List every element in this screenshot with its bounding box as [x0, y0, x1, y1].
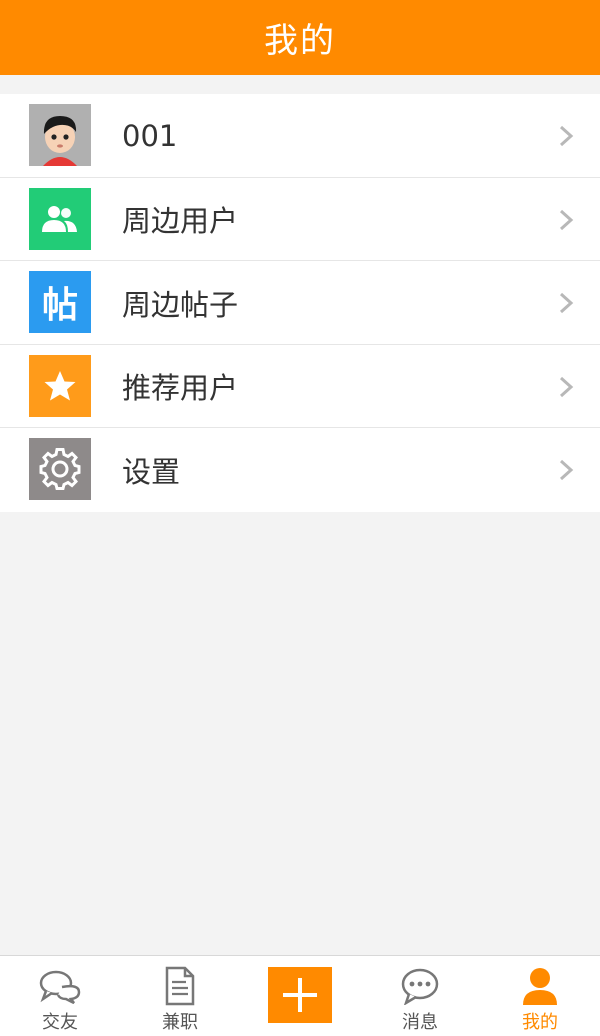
- tab-label: 消息: [402, 1012, 438, 1033]
- chevron-right-icon: [559, 459, 574, 481]
- people-icon: [29, 187, 91, 250]
- avatar: [29, 104, 91, 166]
- chevron-right-icon: [559, 209, 574, 230]
- tab-label: 我的: [522, 1012, 558, 1033]
- star-icon: [29, 354, 91, 417]
- menu-item-profile[interactable]: 001: [0, 94, 600, 178]
- menu-item-nearby-posts[interactable]: 帖 周边帖子: [0, 261, 600, 345]
- post-icon: 帖: [29, 271, 91, 333]
- menu-item-label: 推荐用户: [122, 371, 239, 405]
- page-title: 我的: [264, 21, 336, 61]
- person-icon: [518, 966, 562, 1006]
- gear-icon: [29, 438, 91, 500]
- bottom-tab-bar: 交友 兼职 消息 我的: [0, 955, 600, 1036]
- tab-part-time[interactable]: 兼职: [120, 956, 240, 1036]
- document-icon: [158, 966, 202, 1006]
- menu-item-label: 周边帖子: [122, 287, 239, 322]
- add-button[interactable]: [268, 967, 332, 1023]
- post-icon-glyph: 帖: [41, 285, 78, 326]
- tab-me[interactable]: 我的: [480, 956, 600, 1036]
- menu-item-label: 001: [122, 118, 178, 153]
- tab-messages[interactable]: 消息: [360, 956, 480, 1036]
- menu-item-settings[interactable]: 设置: [0, 428, 600, 512]
- header-bar: 我的: [0, 0, 600, 75]
- menu-item-label: 周边用户: [122, 204, 239, 238]
- chevron-right-icon: [559, 125, 574, 147]
- menu-item-label: 设置: [122, 454, 181, 489]
- tab-label: 兼职: [162, 1012, 198, 1033]
- tab-label: 交友: [42, 1012, 78, 1033]
- menu-list: 001 周边用户 帖 周边帖子 推荐用户 设置: [0, 94, 600, 512]
- chevron-right-icon: [559, 292, 574, 314]
- tab-friends[interactable]: 交友: [0, 956, 120, 1036]
- plus-icon: [283, 978, 317, 1012]
- menu-item-nearby-users[interactable]: 周边用户: [0, 178, 600, 261]
- menu-item-recommended-users[interactable]: 推荐用户: [0, 345, 600, 428]
- chevron-right-icon: [559, 376, 574, 397]
- chat-bubbles-icon: [38, 966, 82, 1006]
- message-icon: [398, 966, 442, 1006]
- tab-add[interactable]: [240, 956, 360, 1036]
